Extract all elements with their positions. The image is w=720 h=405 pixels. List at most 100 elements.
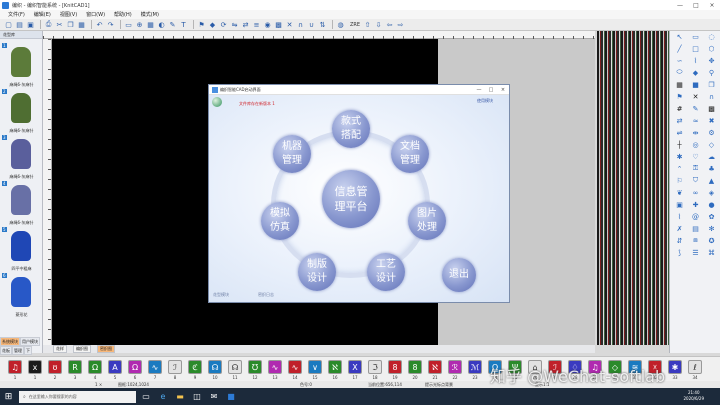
knit-icon[interactable]: ✕ bbox=[285, 20, 294, 29]
taskbar-clock[interactable]: 21:40 2020/6/29 bbox=[683, 390, 704, 402]
menu-edit[interactable]: 编辑(E) bbox=[34, 11, 51, 18]
fill-bucket-icon[interactable]: ◆ bbox=[688, 67, 703, 78]
knit-stitch-icon[interactable]: ✕ bbox=[688, 91, 703, 102]
file-explorer-icon[interactable]: ▬ bbox=[173, 390, 187, 404]
swap-icon[interactable]: ⇄ bbox=[672, 115, 687, 126]
pen-icon[interactable]: ✎ bbox=[168, 20, 177, 29]
star-icon[interactable]: ✱ bbox=[672, 151, 687, 162]
stitch-swatch[interactable]: ℛ bbox=[448, 360, 462, 374]
library-item[interactable]: 4 麻绳6-灰麻针 bbox=[2, 181, 41, 226]
infinity-icon[interactable]: ∞ bbox=[688, 187, 703, 198]
store-icon[interactable]: ◫ bbox=[190, 390, 204, 404]
crossing-icon[interactable]: ✖ bbox=[704, 115, 719, 126]
fill-icon[interactable]: ◐ bbox=[157, 20, 166, 29]
library-item[interactable]: 6 菱形花 bbox=[2, 273, 41, 318]
rope-icon[interactable]: ⟆ bbox=[672, 247, 687, 258]
simulation-button[interactable]: 模拟 仿真 bbox=[261, 202, 299, 240]
wheel-icon[interactable]: ✪ bbox=[704, 235, 719, 246]
zigzag-icon[interactable]: ⌇ bbox=[672, 211, 687, 222]
tab-knit-chart[interactable]: 编织图 bbox=[73, 345, 91, 353]
save-icon[interactable]: ▣ bbox=[26, 20, 35, 29]
tree-icon[interactable]: ♣ bbox=[704, 163, 719, 174]
lock-icon[interactable]: ⚿ bbox=[688, 163, 703, 174]
chevron-up-icon[interactable]: ⌃ bbox=[672, 163, 687, 174]
stitch-swatch[interactable]: ℳ bbox=[468, 360, 482, 374]
shield-icon[interactable]: ⛉ bbox=[688, 175, 703, 186]
library-tab[interactable]: 花型库 bbox=[0, 31, 42, 39]
stitch-swatch[interactable]: ∿ bbox=[288, 360, 302, 374]
stitch-swatch[interactable]: ℓ bbox=[688, 360, 702, 374]
select-icon[interactable]: ▭ bbox=[124, 20, 133, 29]
stitch-swatch[interactable]: Ω bbox=[88, 360, 102, 374]
dialog-minimize-button[interactable]: — bbox=[473, 87, 485, 93]
cable-icon[interactable]: ⇌ bbox=[672, 127, 687, 138]
library-item[interactable]: 5 四平中粗麻 bbox=[2, 227, 41, 272]
move-icon[interactable]: ✥ bbox=[704, 55, 719, 66]
braid-icon[interactable]: ⌘ bbox=[704, 247, 719, 258]
cross-icon[interactable]: ✚ bbox=[688, 199, 703, 210]
diamond-icon[interactable]: ◇ bbox=[704, 139, 719, 150]
stitch-swatch[interactable]: ∨ bbox=[308, 360, 322, 374]
new-icon[interactable]: ▢ bbox=[4, 20, 13, 29]
curve-icon[interactable]: ∽ bbox=[672, 55, 687, 66]
pattern-tool-icon[interactable]: ▩ bbox=[704, 103, 719, 114]
mountain-icon[interactable]: ▲ bbox=[704, 175, 719, 186]
help-link[interactable]: 使用模块 bbox=[477, 98, 493, 104]
tuck-icon[interactable]: ∩ bbox=[296, 20, 305, 29]
cube-icon[interactable]: ⧈ bbox=[688, 235, 703, 246]
hash-icon[interactable]: # bbox=[672, 103, 687, 114]
hexagon-icon[interactable]: ⬡ bbox=[704, 43, 719, 54]
close-button[interactable]: × bbox=[704, 2, 720, 9]
stitch-swatch[interactable]: X bbox=[348, 360, 362, 374]
ellipse-icon[interactable]: ⬭ bbox=[672, 67, 687, 78]
x-shape-icon[interactable]: ✗ bbox=[672, 223, 687, 234]
tab-board[interactable]: 花板 bbox=[0, 346, 12, 355]
pattern-icon[interactable]: ▩ bbox=[274, 20, 283, 29]
windows-start-icon[interactable]: ⊞ bbox=[0, 388, 17, 405]
tab-density-chart[interactable]: 密织图 bbox=[97, 345, 115, 353]
eyedropper-icon[interactable]: ⚲ bbox=[704, 67, 719, 78]
grid-icon[interactable]: ▦ bbox=[146, 20, 155, 29]
dialog-close-button[interactable]: × bbox=[497, 87, 509, 93]
box-icon[interactable]: ▣ bbox=[672, 199, 687, 210]
rectangle-icon[interactable]: □ bbox=[688, 43, 703, 54]
plate-design-button[interactable]: 制版 设计 bbox=[298, 253, 336, 291]
arrows-icon[interactable]: ⇵ bbox=[672, 235, 687, 246]
copy-tool-icon[interactable]: ❐ bbox=[704, 79, 719, 90]
flip-icon[interactable]: ⇋ bbox=[230, 20, 239, 29]
library-item[interactable]: 1 麻绳6-灰麻针 bbox=[2, 43, 41, 88]
menu-view[interactable]: 视图(V) bbox=[60, 11, 77, 18]
arrow-down-icon[interactable]: ⇩ bbox=[374, 20, 383, 29]
print-icon[interactable]: ⎙ bbox=[44, 20, 53, 29]
paste-icon[interactable]: ▦ bbox=[77, 20, 86, 29]
stitch-swatch[interactable]: 8 bbox=[388, 360, 402, 374]
shape-icon[interactable]: ◆ bbox=[208, 20, 217, 29]
machine-manage-button[interactable]: 机器 管理 bbox=[273, 135, 311, 173]
style-match-button[interactable]: 款式 搭配 bbox=[332, 110, 370, 148]
transfer-icon[interactable]: ⇅ bbox=[318, 20, 327, 29]
stitch-swatch[interactable]: ℭ bbox=[188, 360, 202, 374]
tab-system-module[interactable]: 系统模块 bbox=[0, 337, 20, 346]
stitch-swatch[interactable]: ℐ bbox=[168, 360, 182, 374]
stitch-swatch[interactable]: x bbox=[28, 360, 42, 374]
rect-select-icon[interactable]: ▭ bbox=[688, 31, 703, 42]
stitch-swatch[interactable]: ☊ bbox=[228, 360, 242, 374]
wave-icon[interactable]: ≈ bbox=[688, 115, 703, 126]
cloud-icon[interactable]: ☁ bbox=[704, 151, 719, 162]
mail-icon[interactable]: ✉ bbox=[207, 390, 221, 404]
heart-icon[interactable]: ♡ bbox=[688, 151, 703, 162]
mirror-icon[interactable]: ⇄ bbox=[241, 20, 250, 29]
image-process-button[interactable]: 图片 处理 bbox=[408, 202, 446, 240]
stitch-swatch[interactable]: ☊ bbox=[208, 360, 222, 374]
arrow-left-icon[interactable]: ⇦ bbox=[385, 20, 394, 29]
task-view-icon[interactable]: ▭ bbox=[139, 390, 153, 404]
diamonds-icon[interactable]: ◈ bbox=[704, 187, 719, 198]
dialog-status-right[interactable]: 密织日志 bbox=[258, 292, 274, 298]
menu-window[interactable]: 窗口(W) bbox=[86, 11, 105, 18]
open-icon[interactable]: ▤ bbox=[15, 20, 24, 29]
info-platform-button[interactable]: 信息管 理平台 bbox=[322, 170, 380, 228]
stitch-swatch[interactable]: ʊ bbox=[48, 360, 62, 374]
zoom-icon[interactable]: ⊕ bbox=[135, 20, 144, 29]
pointer-icon[interactable]: ↖ bbox=[672, 31, 687, 42]
stitch-swatch[interactable]: ∿ bbox=[148, 360, 162, 374]
